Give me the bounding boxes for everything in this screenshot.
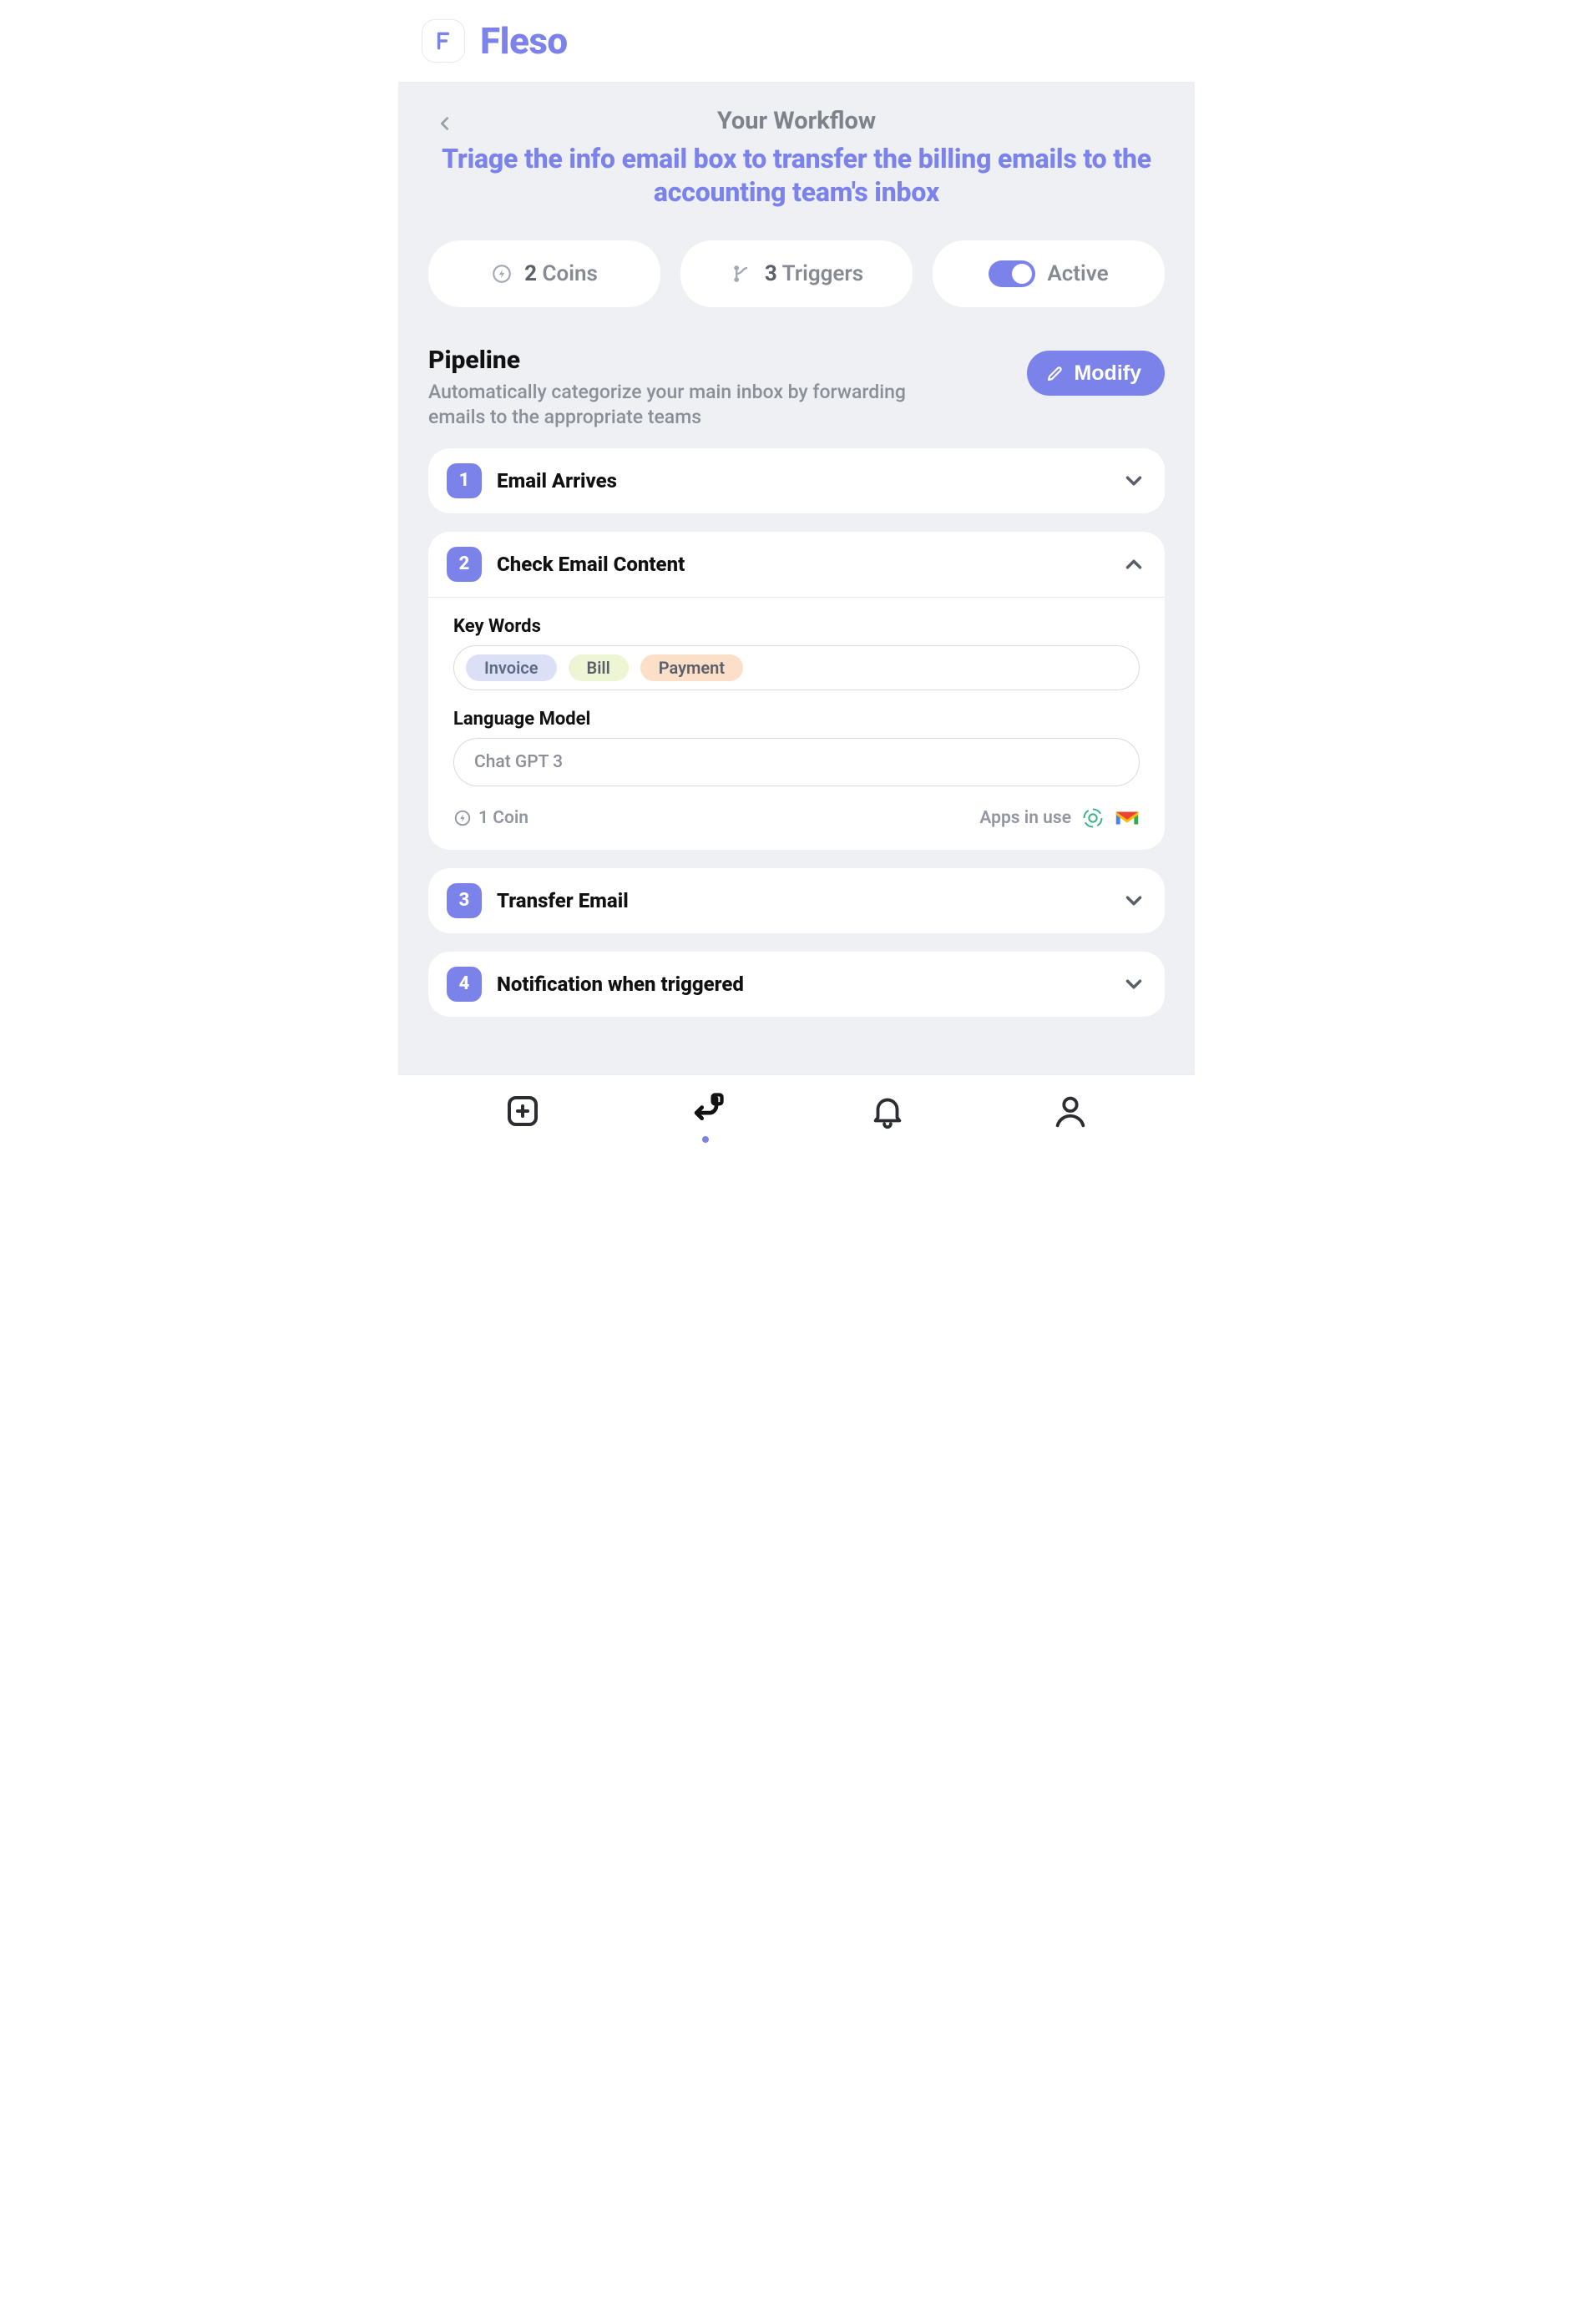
coins-value: 2 (524, 261, 537, 286)
modify-button-label: Modify (1074, 361, 1141, 386)
language-model-label: Language Model (453, 709, 1140, 730)
step-title: Check Email Content (497, 553, 1106, 576)
pipeline-step-3-header[interactable]: 3 Transfer Email (428, 868, 1165, 933)
bell-icon (868, 1092, 907, 1130)
gmail-icon (1115, 808, 1140, 828)
step-title: Notification when triggered (497, 973, 1106, 996)
triggers-stat: 3 Triggers (680, 240, 913, 307)
bolt-icon (491, 263, 513, 285)
bottom-nav (398, 1074, 1195, 1162)
step-number: 3 (447, 883, 482, 918)
pipeline-step-1-header[interactable]: 1 Email Arrives (428, 448, 1165, 513)
chevron-down-icon (1121, 468, 1146, 493)
workflow-arrow-icon (684, 1089, 727, 1133)
pipeline-step-1: 1 Email Arrives (428, 448, 1165, 513)
chevron-up-icon (1121, 552, 1146, 577)
page-subtitle: Your Workflow (428, 107, 1165, 135)
step-title: Transfer Email (497, 889, 1106, 912)
branch-icon (730, 262, 753, 285)
plus-square-icon (503, 1091, 543, 1131)
triggers-value: 3 (765, 261, 777, 286)
pipeline-step-2: 2 Check Email Content Key Words Invoice … (428, 532, 1165, 850)
pipeline-description: Automatically categorize your main inbox… (428, 380, 946, 430)
brand-name: Fleso (480, 19, 568, 63)
active-stat: Active (933, 240, 1165, 307)
workflow-title: Triage the info email box to transfer th… (428, 142, 1165, 209)
nav-notifications-button[interactable] (861, 1092, 914, 1140)
step-number: 4 (447, 967, 482, 1002)
triggers-label: Triggers (782, 261, 864, 286)
keyword-chip[interactable]: Bill (569, 654, 629, 681)
back-button[interactable] (428, 107, 462, 140)
apps-in-use-label: Apps in use (979, 808, 1071, 828)
pipeline-step-4: 4 Notification when triggered (428, 952, 1165, 1017)
keyword-chip[interactable]: Payment (640, 654, 743, 681)
chevron-down-icon (1121, 888, 1146, 913)
keywords-label: Key Words (453, 616, 1140, 637)
pipeline-step-4-header[interactable]: 4 Notification when triggered (428, 952, 1165, 1017)
main-content: Your Workflow Triage the info email box … (398, 83, 1195, 1074)
chevron-left-icon (436, 109, 454, 138)
pipeline-step-2-header[interactable]: 2 Check Email Content (428, 532, 1165, 597)
user-icon (1051, 1092, 1090, 1130)
openai-icon (1081, 806, 1105, 830)
step-number: 1 (447, 463, 482, 498)
active-toggle[interactable] (989, 260, 1035, 287)
nav-profile-button[interactable] (1044, 1092, 1097, 1140)
fleso-logo-icon (432, 30, 454, 52)
keywords-input[interactable]: Invoice Bill Payment (453, 645, 1140, 690)
active-label: Active (1047, 261, 1108, 286)
pipeline-step-3: 3 Transfer Email (428, 868, 1165, 933)
bolt-icon (453, 809, 472, 827)
app-logo-badge (422, 19, 465, 63)
keyword-chip[interactable]: Invoice (466, 654, 557, 681)
coins-label: Coins (543, 261, 598, 286)
step-title: Email Arrives (497, 469, 1106, 493)
nav-add-button[interactable] (496, 1091, 549, 1141)
chevron-down-icon (1121, 972, 1146, 997)
language-model-input[interactable]: Chat GPT 3 (453, 738, 1140, 786)
nav-workflows-button[interactable] (679, 1089, 732, 1143)
coins-stat: 2 Coins (428, 240, 660, 307)
pencil-icon (1045, 363, 1065, 383)
pipeline-title: Pipeline (428, 346, 1007, 375)
step-cost-label: 1 Coin (478, 808, 528, 828)
modify-button[interactable]: Modify (1027, 351, 1165, 396)
app-bar: Fleso (398, 0, 1195, 83)
step-number: 2 (447, 547, 482, 582)
